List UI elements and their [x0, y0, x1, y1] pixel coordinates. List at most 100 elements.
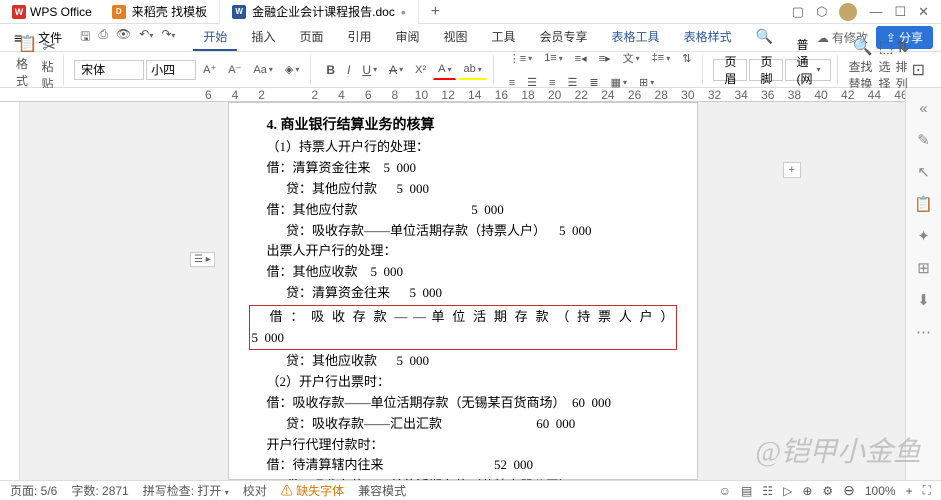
- font-family-select[interactable]: [74, 60, 144, 80]
- decrease-font-icon[interactable]: A⁻: [223, 59, 246, 80]
- menu-tab-insert[interactable]: 插入: [241, 24, 285, 51]
- more-icon[interactable]: ⋯: [916, 323, 931, 341]
- grid-icon[interactable]: ⊞: [917, 259, 930, 277]
- font-color-icon[interactable]: A▾: [433, 59, 456, 80]
- ribbon-toolbar: 📋格式刷 ✂粘贴▾ A⁺ A⁻ Aa▾ ◈▾ B I U▾ A▾ X² A▾ a…: [0, 52, 941, 88]
- tab-template[interactable]: D 来稻壳 找模板: [100, 0, 220, 24]
- page-wrap: ☰ ▸ + 4. 商业银行结算业务的核算 （1）持票人开户行的处理：借：清算资金…: [20, 102, 905, 480]
- sparkle-icon[interactable]: ✦: [917, 227, 930, 245]
- word-count[interactable]: 字数: 2871: [71, 482, 128, 499]
- clear-format-icon[interactable]: ◈▾: [280, 59, 304, 80]
- undo-icon[interactable]: ↶▾: [139, 27, 153, 48]
- page-side-button[interactable]: +: [783, 162, 801, 178]
- strike-icon[interactable]: A▾: [384, 59, 408, 81]
- bullet-list-icon[interactable]: ⋮≡▾: [504, 46, 537, 70]
- font-size-select[interactable]: [146, 60, 196, 80]
- zoom-out-icon[interactable]: ⊖: [843, 482, 855, 499]
- font-style-group: B I U▾ A▾ X² A▾ ab▾: [315, 55, 493, 85]
- tab-current-doc[interactable]: W 金融企业会计课程报告.doc •: [220, 0, 419, 24]
- menu-tab-ref[interactable]: 引用: [337, 24, 381, 51]
- italic-icon[interactable]: I: [342, 59, 355, 81]
- view-web-icon[interactable]: ⊕: [802, 484, 812, 498]
- view-print-icon[interactable]: ▤: [741, 484, 752, 498]
- outline-handle[interactable]: ☰ ▸: [190, 252, 215, 267]
- settings-icon[interactable]: ⚙: [822, 484, 833, 498]
- header-style-button[interactable]: 页眉: [713, 59, 747, 81]
- missing-font-warning[interactable]: ⚠ 缺失字体: [281, 482, 344, 499]
- quick-access-icons: 🖫 ⎙ 👁 ↶▾ ↷▾: [72, 27, 183, 48]
- zoom-in-icon[interactable]: +: [906, 484, 913, 498]
- download-icon[interactable]: ⬇: [917, 291, 930, 309]
- preview-icon[interactable]: 👁: [116, 27, 131, 48]
- editing-group: 🔍查找替换▾ ⬚选择▾ ⇅排列▾ ⊡: [842, 55, 931, 85]
- maximize-button[interactable]: ☐: [894, 4, 906, 20]
- text-direction-icon[interactable]: 文▾: [618, 46, 645, 70]
- app-mode-icon[interactable]: ▢: [792, 4, 804, 20]
- page-indicator[interactable]: 页面: 5/6: [10, 482, 57, 499]
- pointer-icon[interactable]: ↖: [917, 163, 930, 181]
- status-right: ☺ ▤ ☷ ▷ ⊕ ⚙ ⊖ 100% + ⛶: [719, 482, 931, 499]
- ruler-mark: 4: [328, 88, 355, 102]
- ruler-mark: 20: [541, 88, 568, 102]
- ruler-mark: 24: [595, 88, 622, 102]
- avatar[interactable]: [839, 3, 857, 21]
- view-read-icon[interactable]: ▷: [783, 484, 792, 498]
- redo-icon[interactable]: ↷▾: [161, 27, 175, 48]
- sort-icon[interactable]: ⇅: [677, 46, 696, 70]
- minimize-button[interactable]: —: [869, 4, 882, 19]
- document-page[interactable]: 4. 商业银行结算业务的核算 （1）持票人开户行的处理：借：清算资金往来 5 0…: [228, 102, 698, 480]
- clipboard-group: 📋格式刷 ✂粘贴▾: [10, 55, 64, 85]
- spellcheck-status[interactable]: 拼写检查: 打开 ▾: [143, 482, 229, 499]
- bold-icon[interactable]: B: [321, 59, 340, 81]
- highlight-icon[interactable]: ab▾: [458, 59, 486, 80]
- menu-tab-page[interactable]: 页面: [289, 24, 333, 51]
- underline-icon[interactable]: U▾: [357, 59, 382, 81]
- fullscreen-icon[interactable]: ⛶: [923, 483, 931, 498]
- app-name: WPS Office: [30, 5, 92, 19]
- normal-web-style-button[interactable]: 普通(网站) ▾: [785, 59, 831, 81]
- tab-label: 来稻壳 找模板: [132, 3, 207, 20]
- styles-group: 页眉 页脚 普通(网站) ▾: [707, 55, 838, 85]
- view-outline-icon[interactable]: ☷: [762, 484, 773, 498]
- tab-add-button[interactable]: +: [419, 0, 452, 24]
- print-icon[interactable]: ⎙: [98, 27, 108, 48]
- close-button[interactable]: ✕: [918, 4, 929, 20]
- menu-tab-review[interactable]: 审阅: [385, 24, 429, 51]
- status-bar: 页面: 5/6 字数: 2871 拼写检查: 打开 ▾ 校对 ⚠ 缺失字体 兼容…: [0, 480, 941, 500]
- line-spacing-icon[interactable]: ‡≡▾: [647, 46, 676, 70]
- ruler-mark: 8: [381, 88, 408, 102]
- footer-style-button[interactable]: 页脚: [749, 59, 783, 81]
- doc-line: 贷：其他应收款 5 000: [249, 351, 677, 372]
- clipboard-panel-icon[interactable]: 📋: [914, 195, 933, 213]
- window-controls: ▢ ⬡ — ☐ ✕: [792, 3, 937, 21]
- assistant-icon[interactable]: ☺: [719, 484, 731, 498]
- change-case-icon[interactable]: Aa▾: [248, 60, 277, 80]
- ruler-mark: 22: [568, 88, 595, 102]
- cube-icon[interactable]: ⬡: [816, 4, 827, 20]
- vertical-ruler[interactable]: [0, 102, 20, 480]
- collapse-icon[interactable]: «: [919, 100, 927, 117]
- superscript-icon[interactable]: X²: [410, 60, 431, 80]
- indent-increase-icon[interactable]: ≡▸: [594, 46, 616, 70]
- number-list-icon[interactable]: 1≡▾: [539, 46, 568, 70]
- save-icon[interactable]: 🖫: [80, 27, 90, 48]
- horizontal-ruler[interactable]: 6422468101214161820222426283032343638404…: [0, 88, 941, 102]
- pencil-icon[interactable]: ✎: [917, 131, 930, 149]
- menu-tab-start[interactable]: 开始: [193, 24, 237, 51]
- menu-tab-view[interactable]: 视图: [434, 24, 478, 51]
- indent-decrease-icon[interactable]: ≡◂: [570, 46, 592, 70]
- proofing-status[interactable]: 校对: [243, 482, 267, 499]
- font-group: A⁺ A⁻ Aa▾ ◈▾: [68, 55, 311, 85]
- increase-font-icon[interactable]: A⁺: [198, 59, 221, 80]
- ruler-mark: 12: [435, 88, 462, 102]
- title-bar: W WPS Office D 来稻壳 找模板 W 金融企业会计课程报告.doc …: [0, 0, 941, 24]
- doc-line: （1）持票人开户行的处理：: [249, 137, 677, 158]
- search-icon[interactable]: 🔍: [746, 24, 783, 51]
- ruler-mark: 10: [408, 88, 435, 102]
- ruler-mark: 26: [621, 88, 648, 102]
- ruler-mark: [275, 88, 302, 102]
- zoom-level[interactable]: 100%: [865, 484, 896, 498]
- doc-line: （2）开户行出票时：: [249, 372, 677, 393]
- symbol-button[interactable]: ⊡: [912, 60, 925, 80]
- section-heading: 4. 商业银行结算业务的核算: [249, 115, 677, 137]
